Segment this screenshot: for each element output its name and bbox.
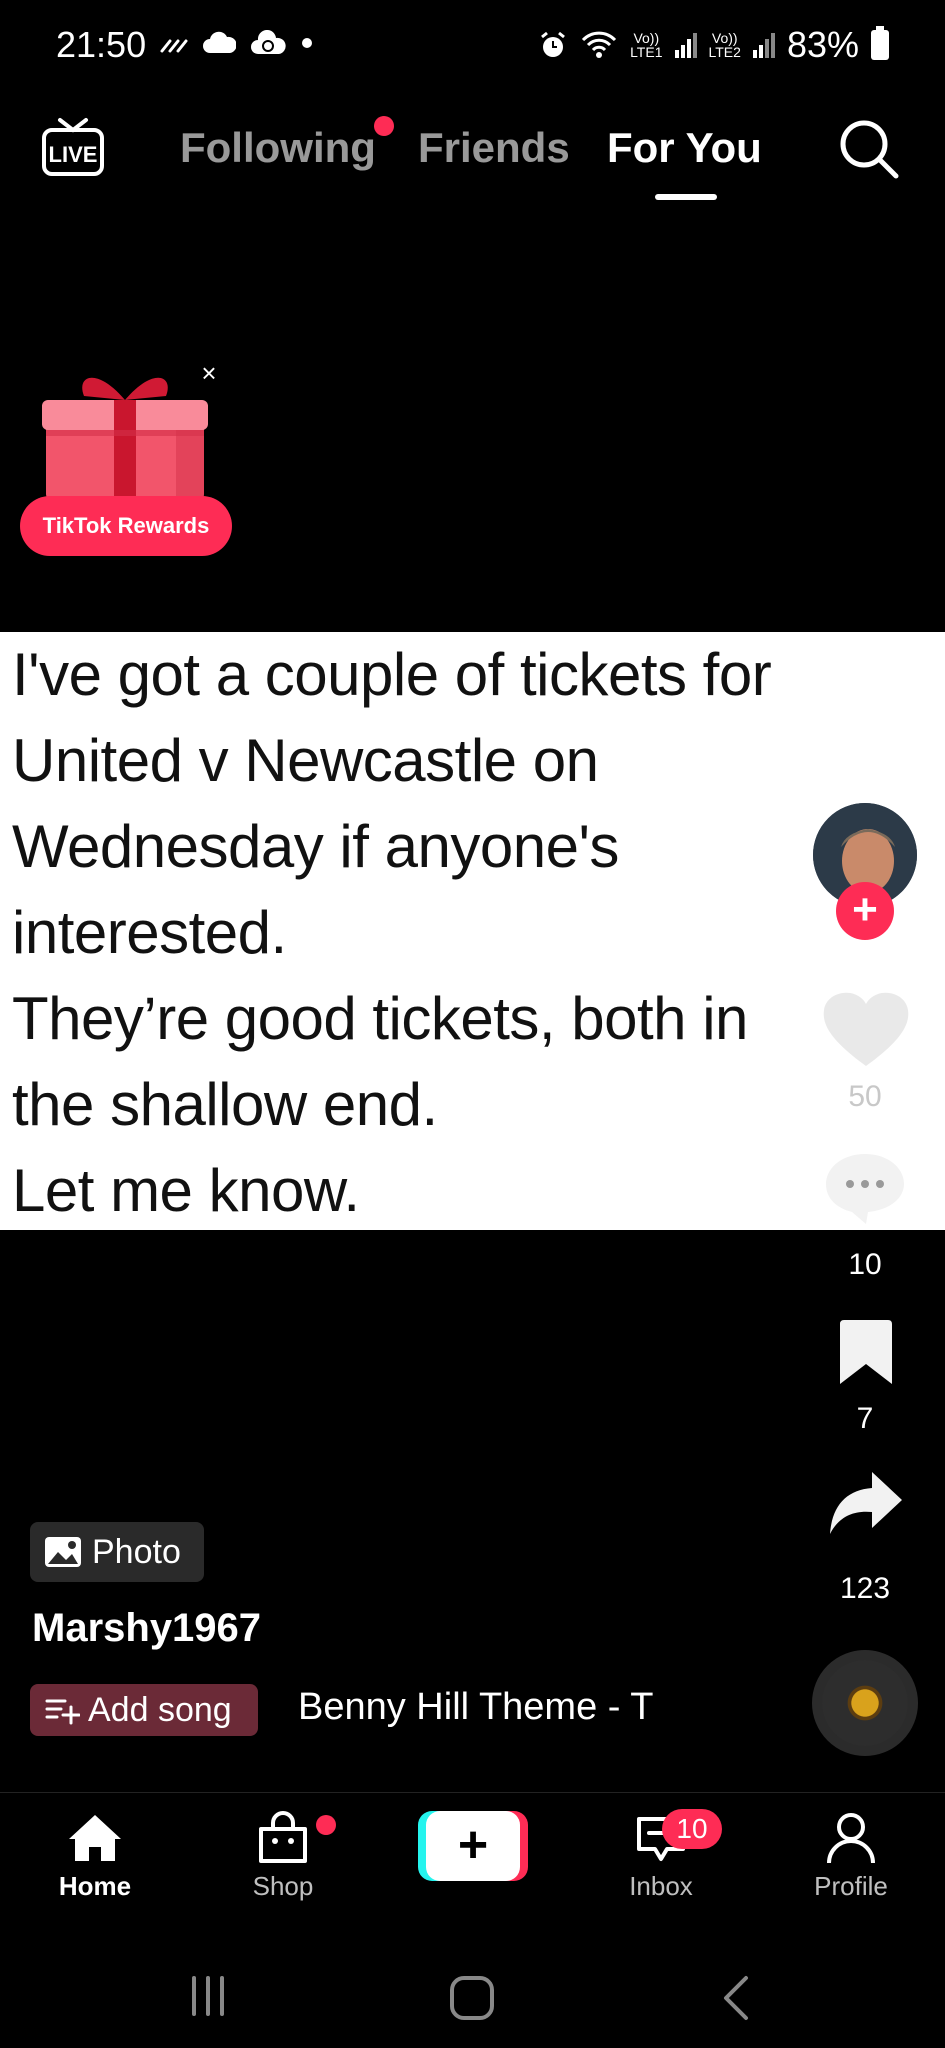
live-label: LIVE: [49, 142, 98, 167]
cloud-icon: [203, 31, 236, 53]
bookmark-icon[interactable]: [836, 1318, 896, 1388]
home-icon: [69, 1815, 121, 1861]
alarm-icon: [541, 31, 565, 57]
heart-icon[interactable]: [820, 990, 912, 1070]
likes-count: 50: [848, 1080, 882, 1113]
status-bar: 21:50 Vo)) LTE1 Vo)) LTE2 83%: [0, 0, 945, 92]
post-text-line: United v Newcastle on: [12, 727, 599, 794]
status-time: 21:50: [56, 24, 147, 65]
create-button[interactable]: +: [418, 1811, 528, 1881]
tab-following[interactable]: Following: [180, 124, 376, 172]
status-system-icons: Vo)) LTE1 Vo)) LTE2 83%: [538, 24, 889, 66]
live-icon[interactable]: LIVE: [40, 116, 106, 178]
system-navigation-bar: [0, 1930, 945, 2048]
nav-home-label: Home: [58, 1871, 132, 1901]
comment-icon[interactable]: [822, 1150, 908, 1226]
post-image[interactable]: I've got a couple of tickets for United …: [0, 632, 945, 1230]
top-navigation: LIVE Following Friends For You: [0, 100, 945, 210]
photo-badge-label: Photo: [92, 1532, 181, 1571]
shop-icon: [259, 1811, 307, 1863]
creator-username[interactable]: Marshy1967: [32, 1606, 261, 1651]
post-text-line: They’re good tickets, both in: [12, 985, 748, 1052]
post-text-line: I've got a couple of tickets for: [12, 641, 772, 708]
photo-icon: [45, 1537, 81, 1567]
following-notification-dot: [374, 116, 394, 136]
nav-home[interactable]: Home: [30, 1811, 160, 1902]
music-title[interactable]: Benny Hill Theme - T: [298, 1686, 688, 1729]
rewards-close-button[interactable]: ×: [196, 358, 222, 389]
shop-notification-dot: [316, 1815, 336, 1835]
tab-for-you[interactable]: For You: [607, 124, 762, 172]
tab-friends[interactable]: Friends: [418, 124, 570, 172]
cloud-sync-icon: [251, 30, 286, 54]
home-button-icon[interactable]: [448, 1974, 496, 2022]
active-tab-indicator: [655, 194, 717, 200]
tiktok-rewards-button[interactable]: TikTok Rewards: [20, 496, 232, 556]
battery-level: 83%: [786, 24, 859, 65]
inbox-badge: 10: [662, 1809, 722, 1849]
bottom-navigation: Home Shop + 10 Inbox Profile: [0, 1792, 945, 1910]
nav-profile[interactable]: Profile: [786, 1811, 916, 1902]
nav-inbox-label: Inbox: [629, 1871, 693, 1901]
photo-badge: Photo: [30, 1522, 204, 1582]
network-2-label: Vo)) LTE2: [708, 30, 741, 60]
profile-icon: [827, 1813, 875, 1864]
comments-count: 10: [848, 1248, 882, 1281]
dot-icon: [302, 38, 312, 48]
status-notification-icons: [158, 30, 314, 56]
nav-shop[interactable]: Shop: [218, 1811, 348, 1902]
nav-shop-label: Shop: [252, 1871, 314, 1901]
nav-profile-label: Profile: [814, 1871, 888, 1901]
signal-1-icon: [674, 33, 697, 58]
network-1-label: Vo)) LTE1: [630, 30, 663, 60]
signal-2-icon: [752, 33, 775, 58]
data-activity-icon: [160, 39, 188, 53]
add-song-icon: [45, 1699, 80, 1725]
saves-count: 7: [856, 1402, 874, 1435]
shares-count: 123: [839, 1572, 891, 1605]
post-text-line: Let me know.: [12, 1157, 360, 1224]
battery-icon: [871, 26, 889, 60]
post-text-line: the shallow end.: [12, 1071, 438, 1138]
music-disc-icon[interactable]: [812, 1650, 918, 1756]
follow-button[interactable]: +: [836, 882, 894, 940]
add-song-label: Add song: [88, 1690, 232, 1729]
add-song-button[interactable]: Add song: [30, 1684, 258, 1736]
gift-icon[interactable]: [36, 356, 216, 506]
post-text-line: interested.: [12, 899, 287, 966]
back-icon[interactable]: [718, 1974, 754, 2022]
create-plus-icon: +: [426, 1811, 520, 1881]
nav-inbox[interactable]: 10 Inbox: [596, 1809, 726, 1902]
wifi-icon: [581, 31, 617, 58]
share-icon[interactable]: [826, 1468, 906, 1540]
recent-apps-icon[interactable]: [186, 1974, 230, 2018]
post-text-line: Wednesday if anyone's: [12, 813, 619, 880]
rewards-label: TikTok Rewards: [42, 513, 210, 538]
search-icon[interactable]: [836, 116, 902, 182]
